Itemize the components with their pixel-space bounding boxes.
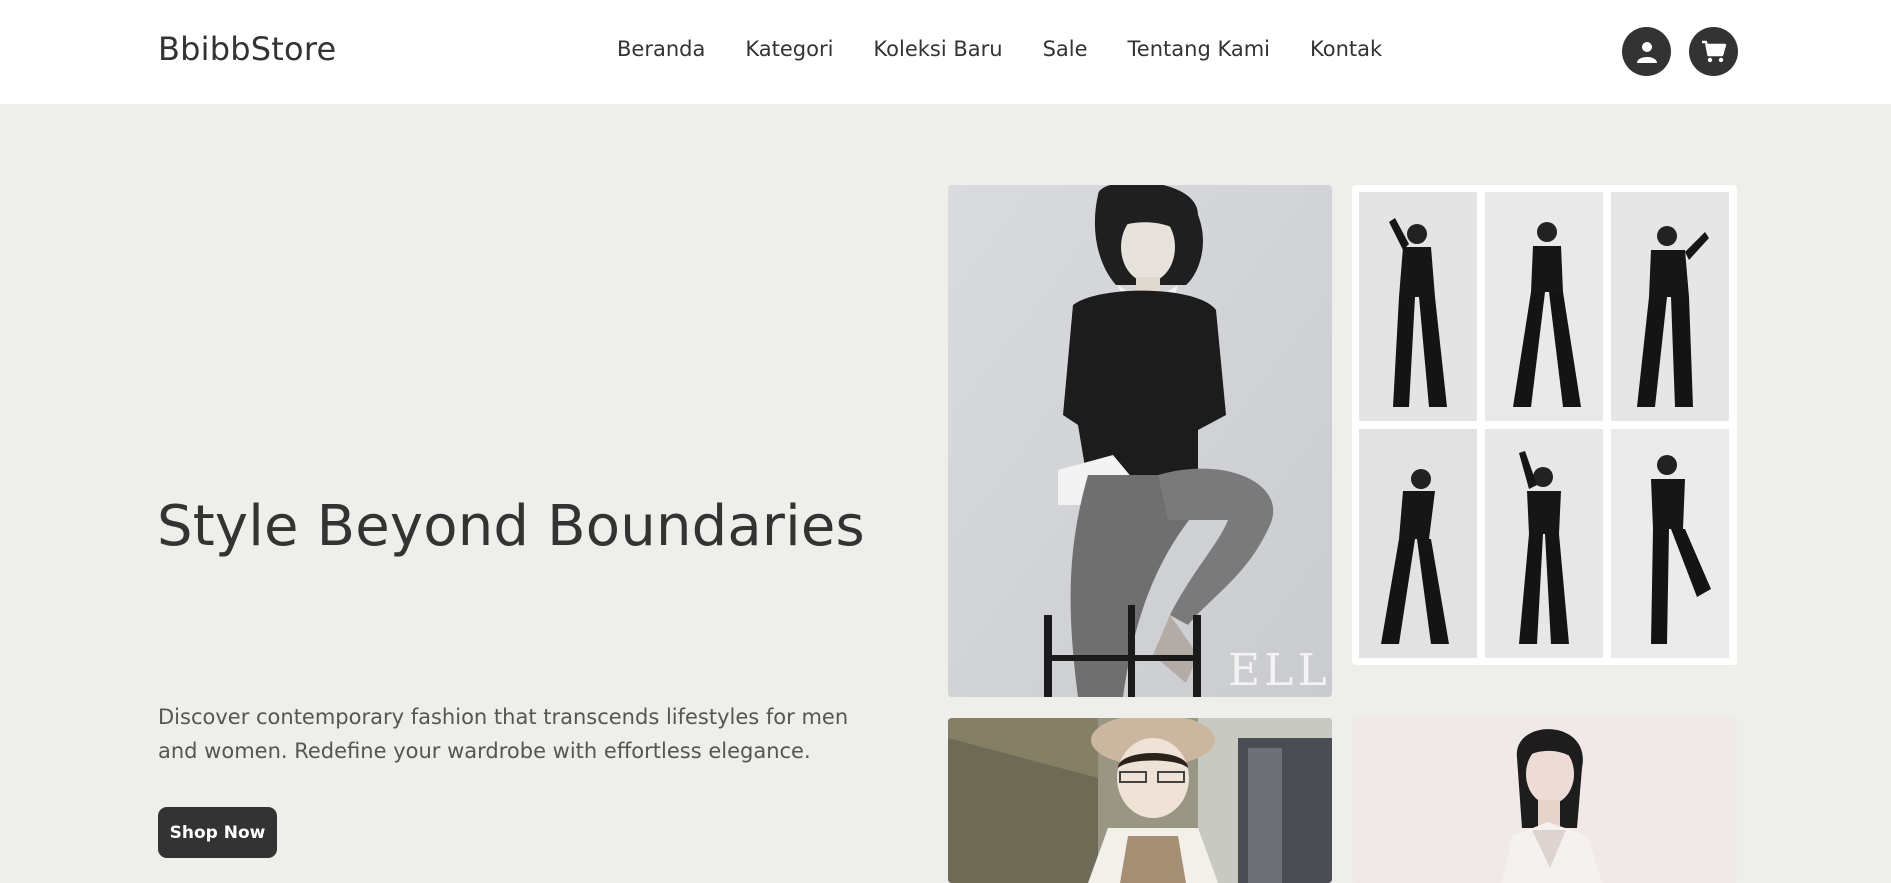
seated-model-illustration: ELLE: [948, 185, 1332, 697]
gallery-photo-pose-grid[interactable]: [1352, 185, 1737, 665]
gallery-photo-beret-model[interactable]: [948, 718, 1332, 883]
main-nav: Beranda Kategori Koleksi Baru Sale Tenta…: [617, 37, 1382, 61]
beret-model-illustration: [948, 718, 1332, 883]
user-icon: [1636, 41, 1657, 63]
elle-watermark: ELLE: [1228, 645, 1332, 696]
pose-thumb-6: [1611, 429, 1729, 658]
cart-button[interactable]: [1689, 27, 1738, 76]
account-button[interactable]: [1622, 27, 1671, 76]
gallery-photo-seated-model[interactable]: ELLE: [948, 185, 1332, 697]
brand-logo[interactable]: BbibbStore: [158, 30, 336, 68]
pose-thumb-4: [1359, 429, 1477, 658]
pose-thumb-1: [1359, 192, 1477, 421]
shop-now-button[interactable]: Shop Now: [158, 807, 277, 858]
nav-item-tentang-kami[interactable]: Tentang Kami: [1128, 37, 1270, 61]
nav-item-kontak[interactable]: Kontak: [1310, 37, 1382, 61]
nav-item-koleksi-baru[interactable]: Koleksi Baru: [873, 37, 1002, 61]
nav-item-sale[interactable]: Sale: [1043, 37, 1088, 61]
cart-icon: [1701, 40, 1726, 62]
pose-thumb-2: [1485, 192, 1603, 421]
hero-title: Style Beyond Boundaries: [157, 494, 865, 559]
pose-thumb-5: [1485, 429, 1603, 658]
pose-thumb-3: [1611, 192, 1729, 421]
suit-model-illustration: [1352, 718, 1737, 883]
nav-item-kategori[interactable]: Kategori: [745, 37, 833, 61]
hero-description: Discover contemporary fashion that trans…: [158, 705, 849, 763]
nav-item-beranda[interactable]: Beranda: [617, 37, 705, 61]
site-header: BbibbStore Beranda Kategori Koleksi Baru…: [0, 0, 1891, 104]
gallery-photo-suit-model[interactable]: [1352, 718, 1737, 883]
